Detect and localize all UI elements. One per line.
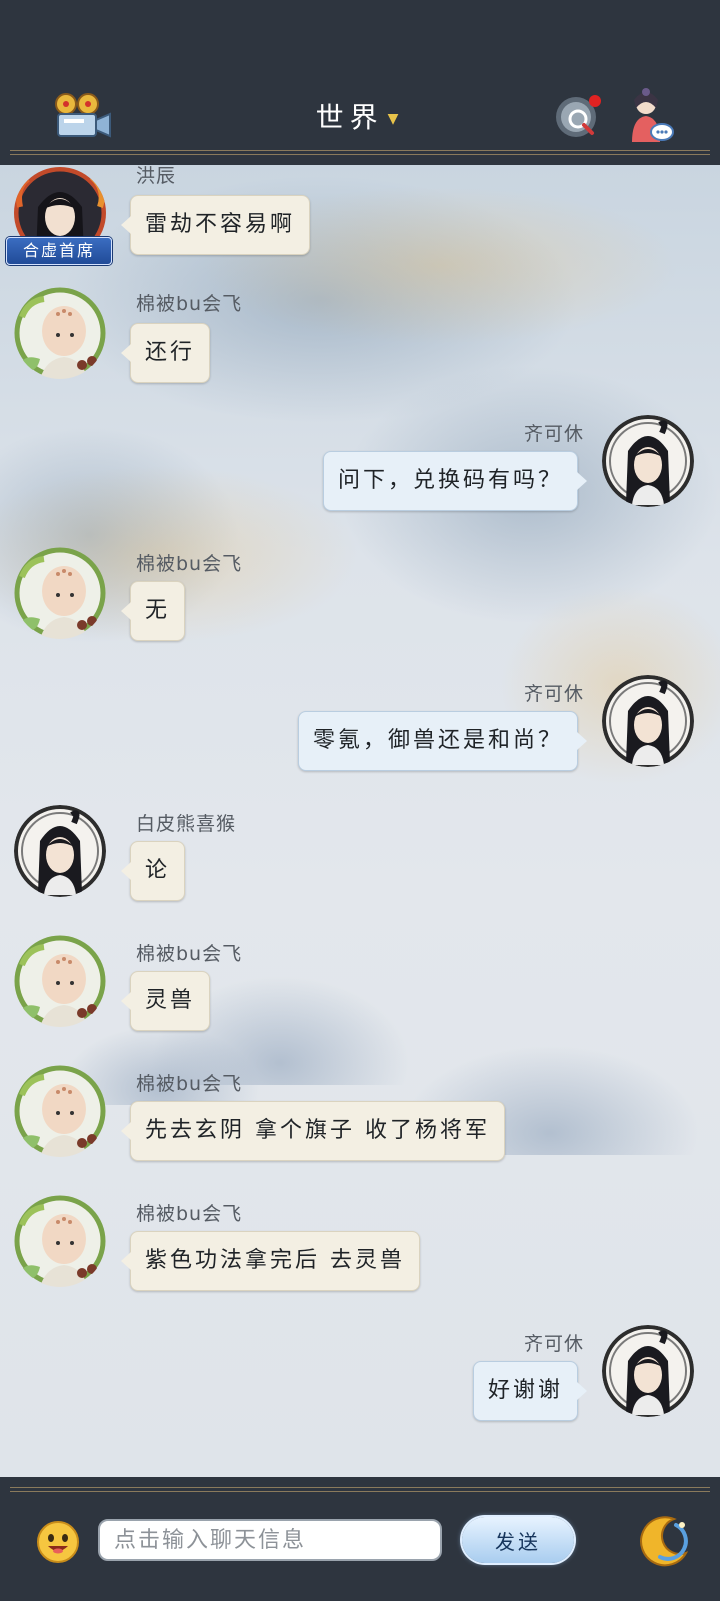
message-bubble: 论 (120, 841, 186, 901)
avatar[interactable] (14, 1195, 106, 1287)
avatar[interactable] (602, 415, 694, 507)
chat-message: 白皮熊喜猴 论 (0, 805, 720, 915)
sender-name: 棉被bu会飞 (136, 293, 243, 315)
avatar[interactable] (14, 1065, 106, 1157)
message-bubble: 无 (120, 581, 186, 641)
message-bubble: 雷劫不容易啊 (120, 195, 311, 255)
message-bubble: 零氪，御兽还是和尚？ (297, 711, 588, 771)
sender-name: 齐可休 (523, 683, 584, 705)
message-bubble: 先去玄阴 拿个旗子 收了杨将军 (121, 1101, 505, 1161)
search-recall-icon[interactable] (554, 93, 602, 141)
character-chat-icon[interactable] (626, 88, 674, 146)
chat-message: 棉被bu会飞 无 (0, 545, 720, 655)
chat-message: 棉被bu会飞 灵兽 (0, 935, 720, 1045)
bottom-bar: 发送 (0, 1477, 720, 1601)
sender-name: 棉被bu会飞 (136, 553, 243, 575)
crescent-moon-icon[interactable] (636, 1513, 692, 1569)
avatar[interactable] (602, 1325, 694, 1417)
avatar[interactable] (14, 805, 106, 897)
top-bar: 世界 ▼ (0, 0, 720, 165)
avatar[interactable] (14, 547, 106, 639)
rank-badge: 合虚首席 (6, 237, 112, 265)
message-bubble: 灵兽 (120, 971, 211, 1031)
channel-title[interactable]: 世界 ▼ (0, 96, 720, 136)
sender-name: 齐可休 (523, 1333, 584, 1355)
sender-name: 白皮熊喜猴 (136, 813, 237, 835)
channel-title-text: 世界 (315, 101, 384, 134)
message-bubble: 还行 (120, 323, 211, 383)
chat-message: 齐可休 好谢谢 (0, 1325, 720, 1435)
chat-input[interactable] (98, 1519, 442, 1561)
avatar[interactable] (14, 287, 106, 379)
chat-message: 棉被bu会飞 先去玄阴 拿个旗子 收了杨将军 (0, 1065, 720, 1175)
caret-down-icon: ▼ (387, 111, 405, 127)
chat-message: 合虚首席 洪辰 雷劫不容易啊 (0, 165, 720, 275)
message-bubble: 好谢谢 (472, 1361, 588, 1421)
message-bubble: 紫色功法拿完后 去灵兽 (121, 1231, 420, 1291)
chat-message: 齐可休 零氪，御兽还是和尚？ (0, 675, 720, 785)
sender-name: 棉被bu会飞 (136, 943, 243, 965)
message-bubble: 问下，兑换码有吗？ (322, 451, 588, 511)
sender-name: 棉被bu会飞 (136, 1073, 243, 1095)
chat-message: 棉被bu会飞 紫色功法拿完后 去灵兽 (0, 1195, 720, 1305)
send-button[interactable]: 发送 (462, 1517, 574, 1563)
sender-name: 齐可休 (523, 423, 584, 445)
footer-divider (10, 1487, 710, 1492)
header-divider (10, 150, 710, 155)
chat-message: 棉被bu会飞 还行 (0, 285, 720, 395)
chat-area[interactable]: 合虚首席 洪辰 雷劫不容易啊 棉被bu会飞 还行 齐可休 问下，兑换码有吗？ 棉… (0, 165, 720, 1477)
chat-message: 齐可休 问下，兑换码有吗？ (0, 415, 720, 525)
sender-name: 洪辰 (136, 165, 177, 187)
sender-name: 棉被bu会飞 (136, 1203, 243, 1225)
emoji-icon[interactable] (36, 1520, 80, 1564)
avatar[interactable] (14, 935, 106, 1027)
avatar[interactable] (602, 675, 694, 767)
